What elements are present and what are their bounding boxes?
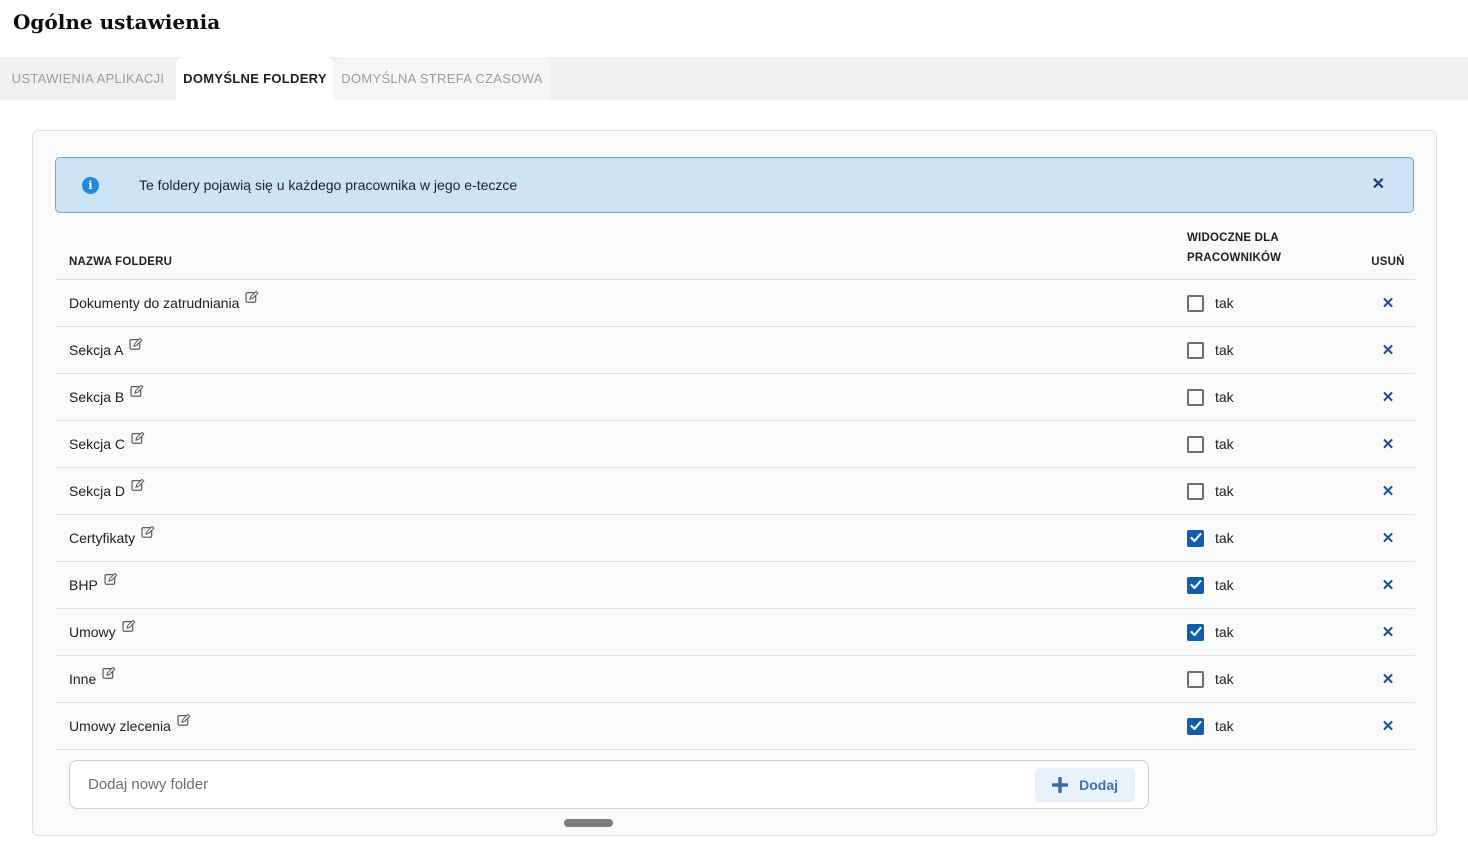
table-row: Sekcja D tak ✕ (55, 468, 1415, 515)
folder-name: Certyfikaty (69, 530, 136, 546)
folder-name: Sekcja D (69, 483, 126, 499)
default-folders-card: i Te foldery pojawią się u każdego praco… (32, 130, 1437, 836)
folder-name: BHP (69, 577, 98, 593)
table-row: Sekcja C tak ✕ (55, 421, 1415, 468)
header-visible-for-employees: WIDOCZNE DLA PRACOWNIKÓW (1187, 232, 1282, 264)
header-delete: USUŃ (1371, 256, 1405, 268)
settings-page: Ogólne ustawienia USTAWIENIA APLIKACJI D… (0, 0, 1468, 836)
delete-icon[interactable]: ✕ (1382, 436, 1395, 453)
delete-icon[interactable]: ✕ (1382, 295, 1395, 312)
folder-name: Sekcja A (69, 342, 124, 358)
folder-name: Sekcja B (69, 389, 125, 405)
checkbox-label: tak (1215, 530, 1234, 546)
visible-checkbox[interactable] (1187, 576, 1204, 594)
tab-domyslna-strefa-czasowa[interactable]: DOMYŚLNA STREFA CZASOWA (334, 57, 550, 100)
visible-checkbox[interactable] (1187, 670, 1204, 688)
add-folder-button[interactable]: Dodaj (1035, 767, 1135, 802)
visible-checkbox[interactable] (1187, 717, 1204, 735)
delete-icon[interactable]: ✕ (1382, 530, 1395, 547)
table-row: Certyfikaty tak ✕ (55, 515, 1415, 562)
page-title: Ogólne ustawienia (13, 10, 221, 34)
visible-checkbox[interactable] (1187, 623, 1204, 641)
visible-checkbox[interactable] (1187, 388, 1204, 406)
folder-name: Inne (69, 671, 97, 687)
visible-checkbox[interactable] (1187, 341, 1204, 359)
table-row: Umowy tak ✕ (55, 609, 1415, 656)
checkbox-label: tak (1215, 342, 1234, 358)
edit-icon[interactable] (122, 619, 136, 633)
delete-icon[interactable]: ✕ (1382, 718, 1395, 735)
delete-icon[interactable]: ✕ (1382, 342, 1395, 359)
edit-icon[interactable] (129, 337, 143, 351)
horizontal-scrollbar-thumb[interactable] (564, 819, 613, 827)
visible-checkbox[interactable] (1187, 482, 1204, 500)
folder-name: Dokumenty do zatrudniania (69, 295, 240, 311)
checkbox-label: tak (1215, 671, 1234, 687)
tab-ustawienia-aplikacji[interactable]: USTAWIENIA APLIKACJI (0, 57, 176, 100)
table-row: Sekcja B tak ✕ (55, 374, 1415, 421)
folder-name: Umowy zlecenia (69, 718, 171, 734)
checkbox-label: tak (1215, 718, 1234, 734)
edit-icon[interactable] (131, 478, 145, 492)
folders-table: NAZWA FOLDERU WIDOCZNE DLA PRACOWNIKÓW U… (55, 213, 1415, 809)
delete-icon[interactable]: ✕ (1382, 483, 1395, 500)
tab-bar: USTAWIENIA APLIKACJI DOMYŚLNE FOLDERY DO… (0, 57, 1468, 100)
tab-domyslne-foldery[interactable]: DOMYŚLNE FOLDERY (176, 57, 334, 100)
delete-icon[interactable]: ✕ (1382, 624, 1395, 641)
info-icon: i (82, 176, 99, 194)
edit-icon[interactable] (177, 713, 191, 727)
header-folder-name: NAZWA FOLDERU (69, 256, 173, 268)
info-banner: i Te foldery pojawią się u każdego praco… (55, 157, 1414, 213)
delete-icon[interactable]: ✕ (1382, 577, 1395, 594)
edit-icon[interactable] (131, 431, 145, 445)
table-row: Inne tak ✕ (55, 656, 1415, 703)
delete-icon[interactable]: ✕ (1382, 389, 1395, 406)
visible-checkbox[interactable] (1187, 294, 1204, 312)
table-row: Umowy zlecenia tak ✕ (55, 703, 1415, 750)
tab-content: i Te foldery pojawią się u każdego praco… (0, 100, 1468, 836)
folder-name: Sekcja C (69, 436, 126, 452)
checkbox-label: tak (1215, 436, 1234, 452)
add-button-label: Dodaj (1079, 776, 1118, 793)
table-header: NAZWA FOLDERU WIDOCZNE DLA PRACOWNIKÓW U… (55, 213, 1415, 280)
checkbox-label: tak (1215, 483, 1234, 499)
close-icon[interactable]: ✕ (1372, 177, 1385, 193)
edit-icon[interactable] (104, 572, 118, 586)
visible-checkbox[interactable] (1187, 529, 1204, 547)
checkbox-label: tak (1215, 389, 1234, 405)
visible-checkbox[interactable] (1187, 435, 1204, 453)
table-row: Sekcja A tak ✕ (55, 327, 1415, 374)
table-row: Dokumenty do zatrudniania tak ✕ (55, 280, 1415, 327)
banner-text: Te foldery pojawią się u każdego pracown… (139, 177, 518, 193)
plus-icon (1052, 776, 1069, 793)
checkbox-label: tak (1215, 295, 1234, 311)
edit-icon[interactable] (130, 384, 144, 398)
edit-icon[interactable] (102, 666, 116, 680)
add-folder-row: Dodaj (69, 760, 1149, 809)
new-folder-input[interactable] (70, 761, 1036, 808)
table-body: Dokumenty do zatrudniania tak ✕ Sekcja A… (55, 280, 1415, 750)
delete-icon[interactable]: ✕ (1382, 671, 1395, 688)
folder-name: Umowy (69, 624, 116, 640)
checkbox-label: tak (1215, 577, 1234, 593)
table-row: BHP tak ✕ (55, 562, 1415, 609)
checkbox-label: tak (1215, 624, 1234, 640)
edit-icon[interactable] (245, 290, 259, 304)
edit-icon[interactable] (141, 525, 155, 539)
